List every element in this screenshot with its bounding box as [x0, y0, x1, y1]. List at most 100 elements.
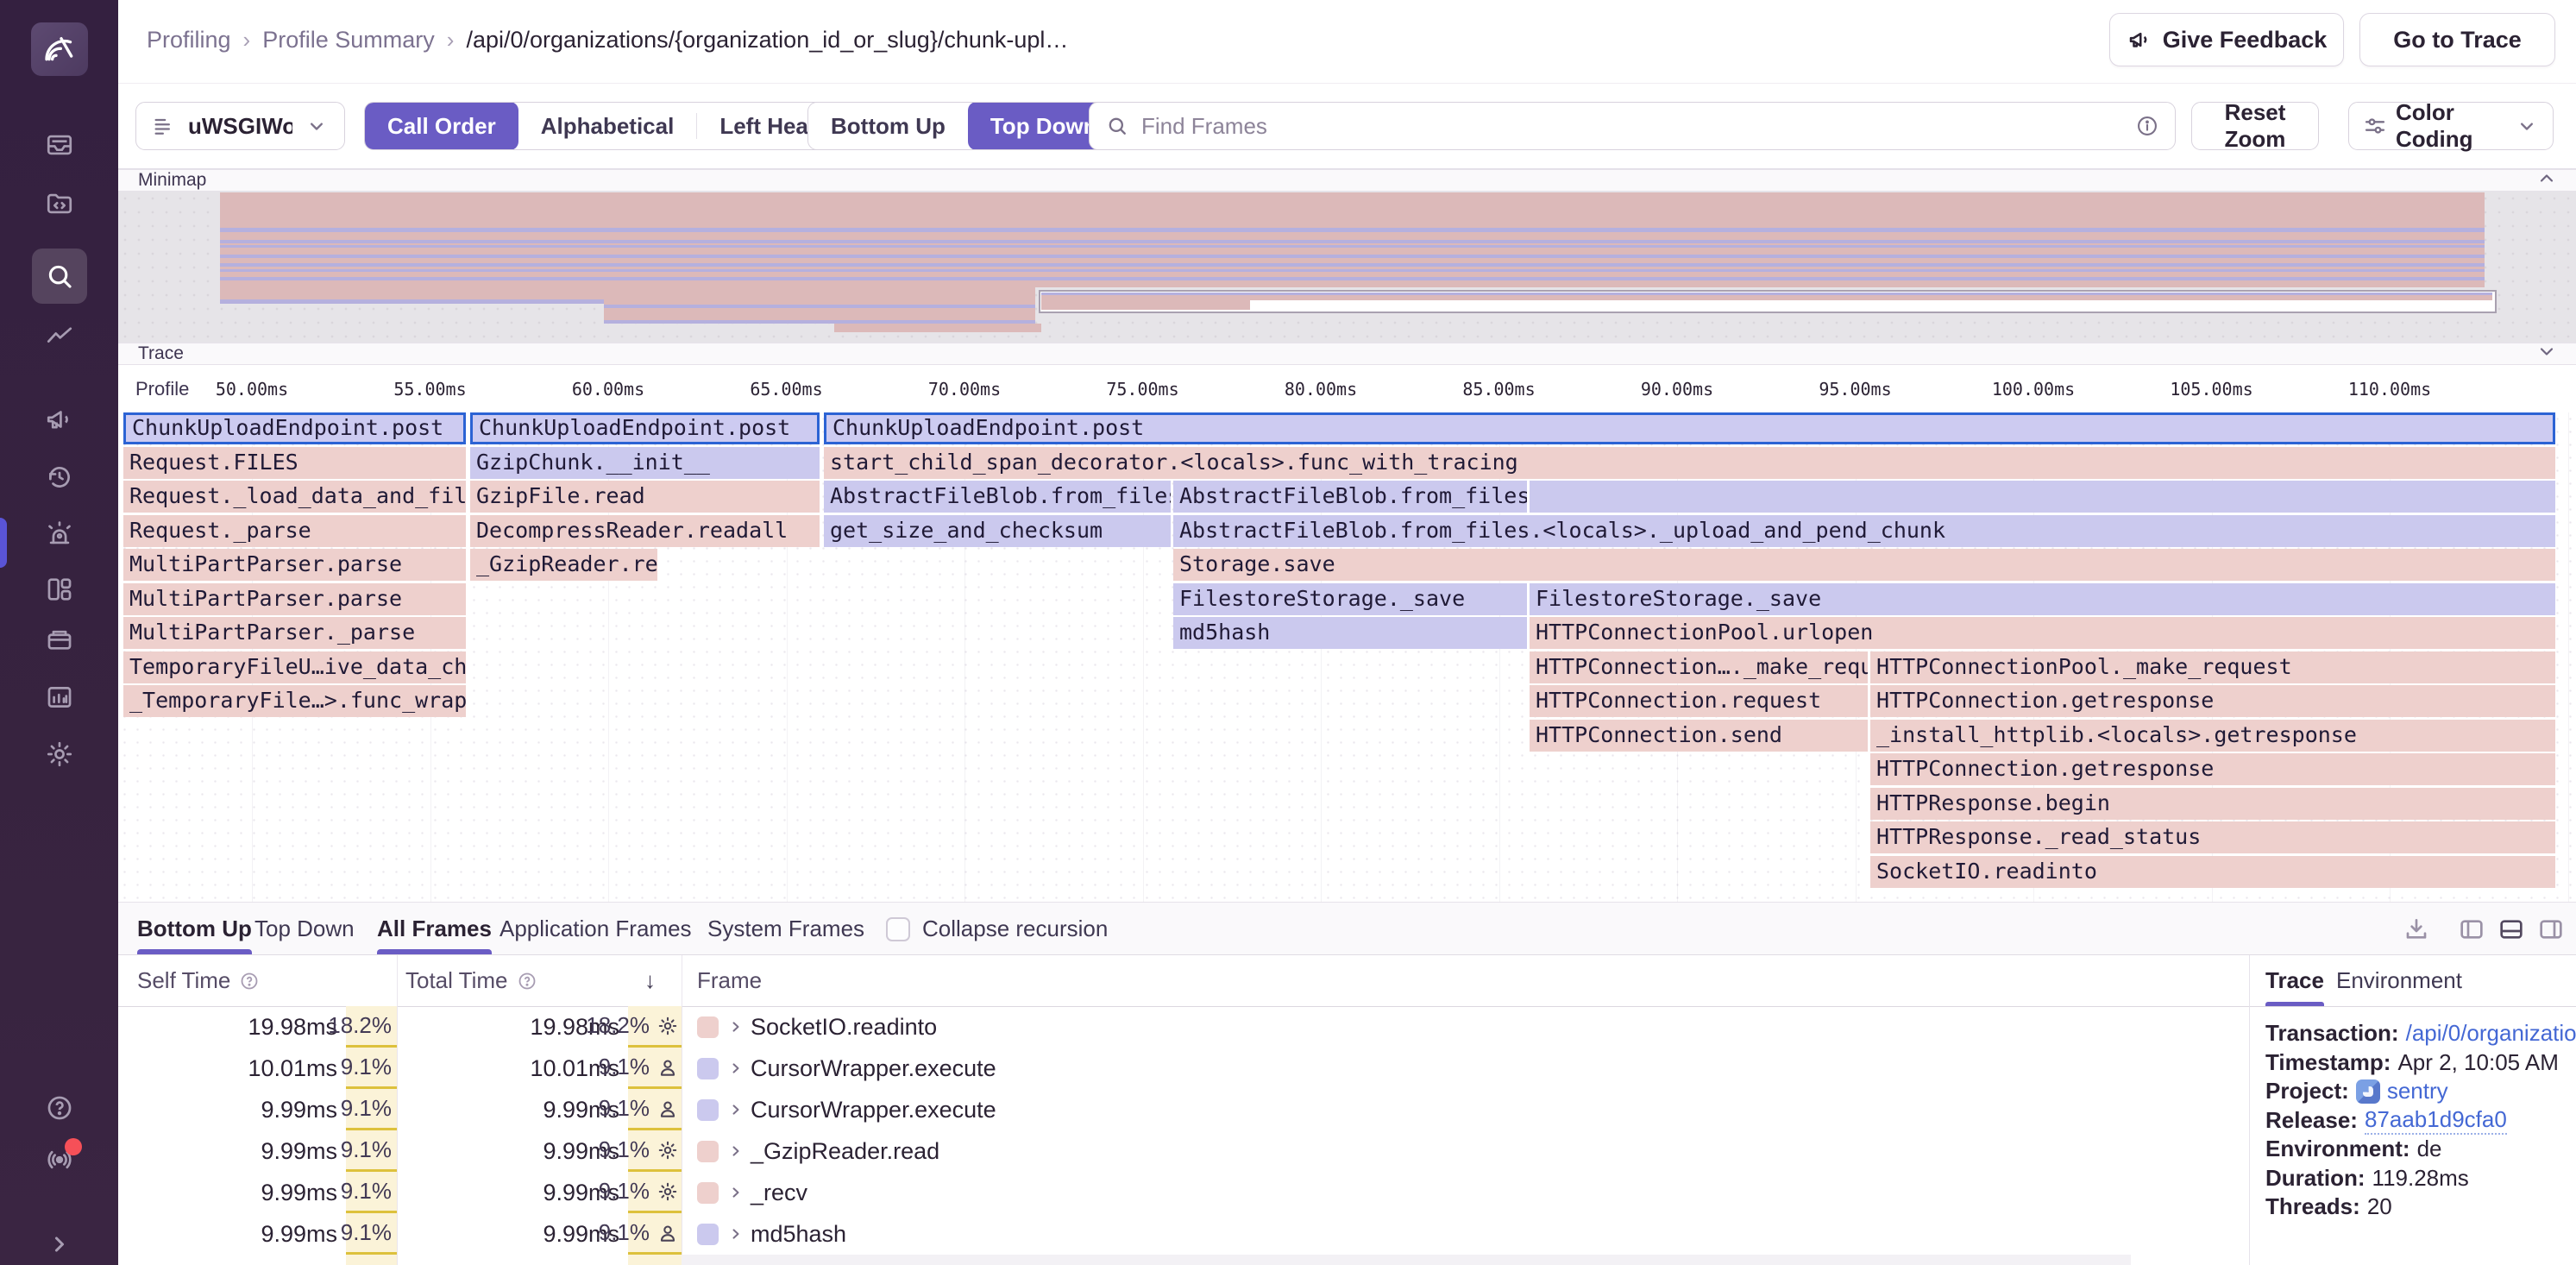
sidebar-item-insights[interactable]: [44, 574, 75, 605]
flame-frame[interactable]: HTTPConnection.getresponse: [1870, 685, 2555, 717]
collapse-trace-button[interactable]: [2536, 342, 2557, 367]
flame-frame[interactable]: DecompressReader.readall: [470, 515, 820, 547]
sidebar-item-alerts[interactable]: [44, 519, 75, 550]
table-row[interactable]: 9.99ms9.1%9.99ms9.1%_GzipReader.read: [118, 1130, 2131, 1172]
flame-frame[interactable]: Request._load_data_and_files: [123, 481, 466, 513]
flame-frame[interactable]: MultiPartParser._parse: [123, 617, 466, 649]
flame-frame[interactable]: HTTPConnection.getresponse: [1870, 753, 2555, 785]
flame-frame[interactable]: FilestoreStorage._save: [1530, 583, 2555, 615]
info-icon[interactable]: [2135, 114, 2159, 138]
flame-frame-selected[interactable]: ChunkUploadEndpoint.post: [123, 412, 466, 444]
tab-bottom-up[interactable]: Bottom Up: [137, 903, 252, 954]
flame-frame[interactable]: get_size_and_checksum: [824, 515, 1171, 547]
flame-frame[interactable]: HTTPConnection…._make_request: [1530, 651, 1868, 683]
go-to-trace-button[interactable]: Go to Trace: [2359, 13, 2555, 66]
table-row[interactable]: 10.01ms9.1%10.01ms9.1%CursorWrapper.exec…: [118, 1048, 2131, 1089]
direction-bottom-up[interactable]: Bottom Up: [808, 103, 968, 149]
sidebar-item-whats-new[interactable]: [44, 1144, 75, 1175]
sort-call-order[interactable]: Call Order: [365, 102, 518, 150]
expand-row-chevron[interactable]: [727, 1184, 745, 1205]
tab-top-down[interactable]: Top Down: [254, 903, 355, 954]
sidebar-item-performance[interactable]: [44, 321, 75, 352]
scrollbar-area[interactable]: [682, 1255, 2131, 1265]
breadcrumb-profile-summary[interactable]: Profile Summary: [262, 27, 435, 53]
flame-frame[interactable]: _GzipReader.read: [470, 549, 657, 581]
layout-bottom-button[interactable]: [2497, 916, 2525, 943]
details-tab-trace[interactable]: Trace: [2265, 955, 2324, 1006]
flame-frame[interactable]: md5hash: [1173, 617, 1527, 649]
expand-row-chevron[interactable]: [727, 1018, 745, 1040]
table-row[interactable]: 9.99ms9.1%9.99ms9.1%CursorWrapper.execut…: [118, 1089, 2131, 1130]
give-feedback-button[interactable]: Give Feedback: [2109, 13, 2344, 66]
sidebar-item-projects[interactable]: [44, 188, 75, 219]
tab-all-frames[interactable]: All Frames: [377, 903, 492, 954]
flame-frame[interactable]: MultiPartParser.parse: [123, 583, 466, 615]
flamegraph-canvas[interactable]: ChunkUploadEndpoint.postChunkUploadEndpo…: [118, 412, 2576, 902]
sidebar-item-feedback[interactable]: [44, 404, 75, 435]
find-frames-input[interactable]: Find Frames: [1089, 102, 2176, 150]
sentry-logo[interactable]: [31, 22, 88, 76]
flame-frame[interactable]: start_child_span_decorator.<locals>.func…: [824, 447, 2555, 479]
sort-direction-indicator[interactable]: ↓: [644, 955, 656, 1006]
sort-alphabetical[interactable]: Alphabetical: [518, 103, 697, 149]
flame-frame[interactable]: Request.FILES: [123, 447, 466, 479]
table-row[interactable]: 9.99ms9.1%9.99ms9.1%_recv: [118, 1172, 2131, 1213]
breadcrumb-profiling[interactable]: Profiling: [147, 27, 231, 53]
flame-frame[interactable]: [1530, 481, 2555, 513]
details-tab-environment[interactable]: Environment: [2336, 955, 2462, 1006]
sidebar-item-replays[interactable]: [44, 462, 75, 493]
flame-frame[interactable]: SocketIO.readinto: [1870, 856, 2555, 888]
flame-frame[interactable]: Storage.save: [1173, 549, 2555, 581]
flame-frame[interactable]: HTTPConnection.request: [1530, 685, 1868, 717]
flame-frame-selected[interactable]: ChunkUploadEndpoint.post: [824, 412, 2555, 444]
sidebar-item-stats[interactable]: [44, 682, 75, 713]
frame-header[interactable]: Frame: [697, 955, 762, 1006]
tab-system-frames[interactable]: System Frames: [707, 903, 864, 954]
layout-right-button[interactable]: [2537, 916, 2565, 943]
flame-frame[interactable]: GzipChunk.__init__: [470, 447, 820, 479]
self-time-header[interactable]: Self Time: [137, 955, 260, 1006]
flame-frame[interactable]: HTTPResponse._read_status: [1870, 821, 2555, 853]
flame-frame[interactable]: FilestoreStorage._save: [1173, 583, 1527, 615]
flame-frame[interactable]: HTTPConnectionPool._make_request: [1870, 651, 2555, 683]
sidebar-item-crons[interactable]: [44, 623, 75, 654]
flame-frame[interactable]: _install_httplib.<locals>.getresponse: [1870, 720, 2555, 752]
flame-frame[interactable]: _TemporaryFile…>.func_wrapper: [123, 685, 466, 717]
table-row[interactable]: [118, 1255, 2131, 1265]
flame-frame[interactable]: GzipFile.read: [470, 481, 820, 513]
flame-frame[interactable]: AbstractFileBlob.from_files: [1173, 481, 1527, 513]
layout-left-button[interactable]: [2458, 916, 2485, 943]
table-row[interactable]: 19.98ms18.2%19.98ms18.2%SocketIO.readint…: [118, 1006, 2131, 1048]
expand-row-chevron[interactable]: [727, 1060, 745, 1081]
flame-frame[interactable]: AbstractFileBlob.from_files: [824, 481, 1171, 513]
expand-row-chevron[interactable]: [727, 1101, 745, 1123]
table-row[interactable]: 9.99ms9.1%9.99ms9.1%md5hash: [118, 1213, 2131, 1255]
flame-frame[interactable]: TemporaryFileU…ive_data_chunk: [123, 651, 466, 683]
sidebar-item-explore-active[interactable]: [32, 249, 87, 304]
sidebar-item-issues[interactable]: [44, 129, 75, 160]
flame-frame-selected[interactable]: ChunkUploadEndpoint.post: [470, 412, 820, 444]
minimap-canvas[interactable]: [118, 192, 2576, 343]
color-coding-dropdown[interactable]: Color Coding: [2348, 102, 2554, 150]
tab-application-frames[interactable]: Application Frames: [499, 903, 692, 954]
reset-zoom-button[interactable]: Reset Zoom: [2191, 102, 2319, 150]
flame-frame[interactable]: HTTPResponse.begin: [1870, 788, 2555, 820]
collapse-recursion-label[interactable]: Collapse recursion: [922, 903, 1108, 954]
expand-row-chevron[interactable]: [727, 1225, 745, 1247]
project-link[interactable]: sentry: [2387, 1078, 2448, 1105]
flame-frame[interactable]: HTTPConnectionPool.urlopen: [1530, 617, 2555, 649]
expand-row-chevron[interactable]: [727, 1142, 745, 1164]
sidebar-item-settings[interactable]: [44, 739, 75, 770]
thread-selector[interactable]: uWSGIWor…: [135, 102, 345, 150]
flame-frame[interactable]: MultiPartParser.parse: [123, 549, 466, 581]
flame-frame[interactable]: AbstractFileBlob.from_files.<locals>._up…: [1173, 515, 2555, 547]
collapse-recursion-checkbox[interactable]: [886, 917, 910, 941]
collapse-minimap-button[interactable]: [2536, 168, 2557, 193]
export-button[interactable]: [2403, 916, 2430, 943]
release-link[interactable]: 87aab1d9cfa0: [2365, 1106, 2507, 1135]
sidebar-expand-button[interactable]: [44, 1229, 75, 1260]
total-time-header[interactable]: Total Time: [405, 955, 537, 1006]
sidebar-item-help[interactable]: [44, 1092, 75, 1123]
transaction-link[interactable]: /api/0/organizations/{organ…: [2406, 1020, 2576, 1047]
flame-frame[interactable]: HTTPConnection.send: [1530, 720, 1868, 752]
